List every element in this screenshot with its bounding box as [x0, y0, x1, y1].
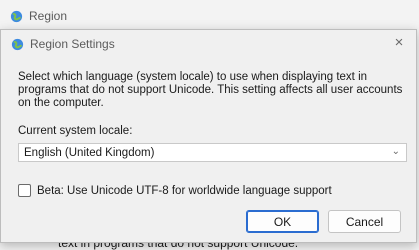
globe-icon [11, 38, 24, 51]
dialog-titlebar: Region Settings [1, 30, 416, 58]
beta-utf8-checkbox[interactable] [18, 184, 31, 197]
cancel-button[interactable]: Cancel [328, 210, 401, 233]
beta-utf8-option[interactable]: Beta: Use Unicode UTF-8 for worldwide la… [18, 184, 332, 197]
close-icon[interactable]: × [392, 35, 406, 50]
chevron-down-icon: ⌄ [391, 146, 400, 157]
system-locale-select[interactable]: English (United Kingdom) ⌄ [18, 143, 407, 162]
dialog-description: Select which language (system locale) to… [18, 71, 403, 109]
system-locale-label: Current system locale: [18, 125, 133, 137]
background-window-title-text: Region [29, 9, 68, 23]
beta-utf8-label: Beta: Use Unicode UTF-8 for worldwide la… [37, 184, 332, 197]
dialog-title: Region Settings [30, 37, 115, 51]
background-window-title: Region [10, 6, 67, 26]
system-locale-value: English (United Kingdom) [24, 146, 155, 159]
globe-icon [10, 10, 23, 23]
ok-button[interactable]: OK [246, 210, 319, 233]
region-settings-dialog: Region Settings × Select which language … [0, 29, 417, 243]
